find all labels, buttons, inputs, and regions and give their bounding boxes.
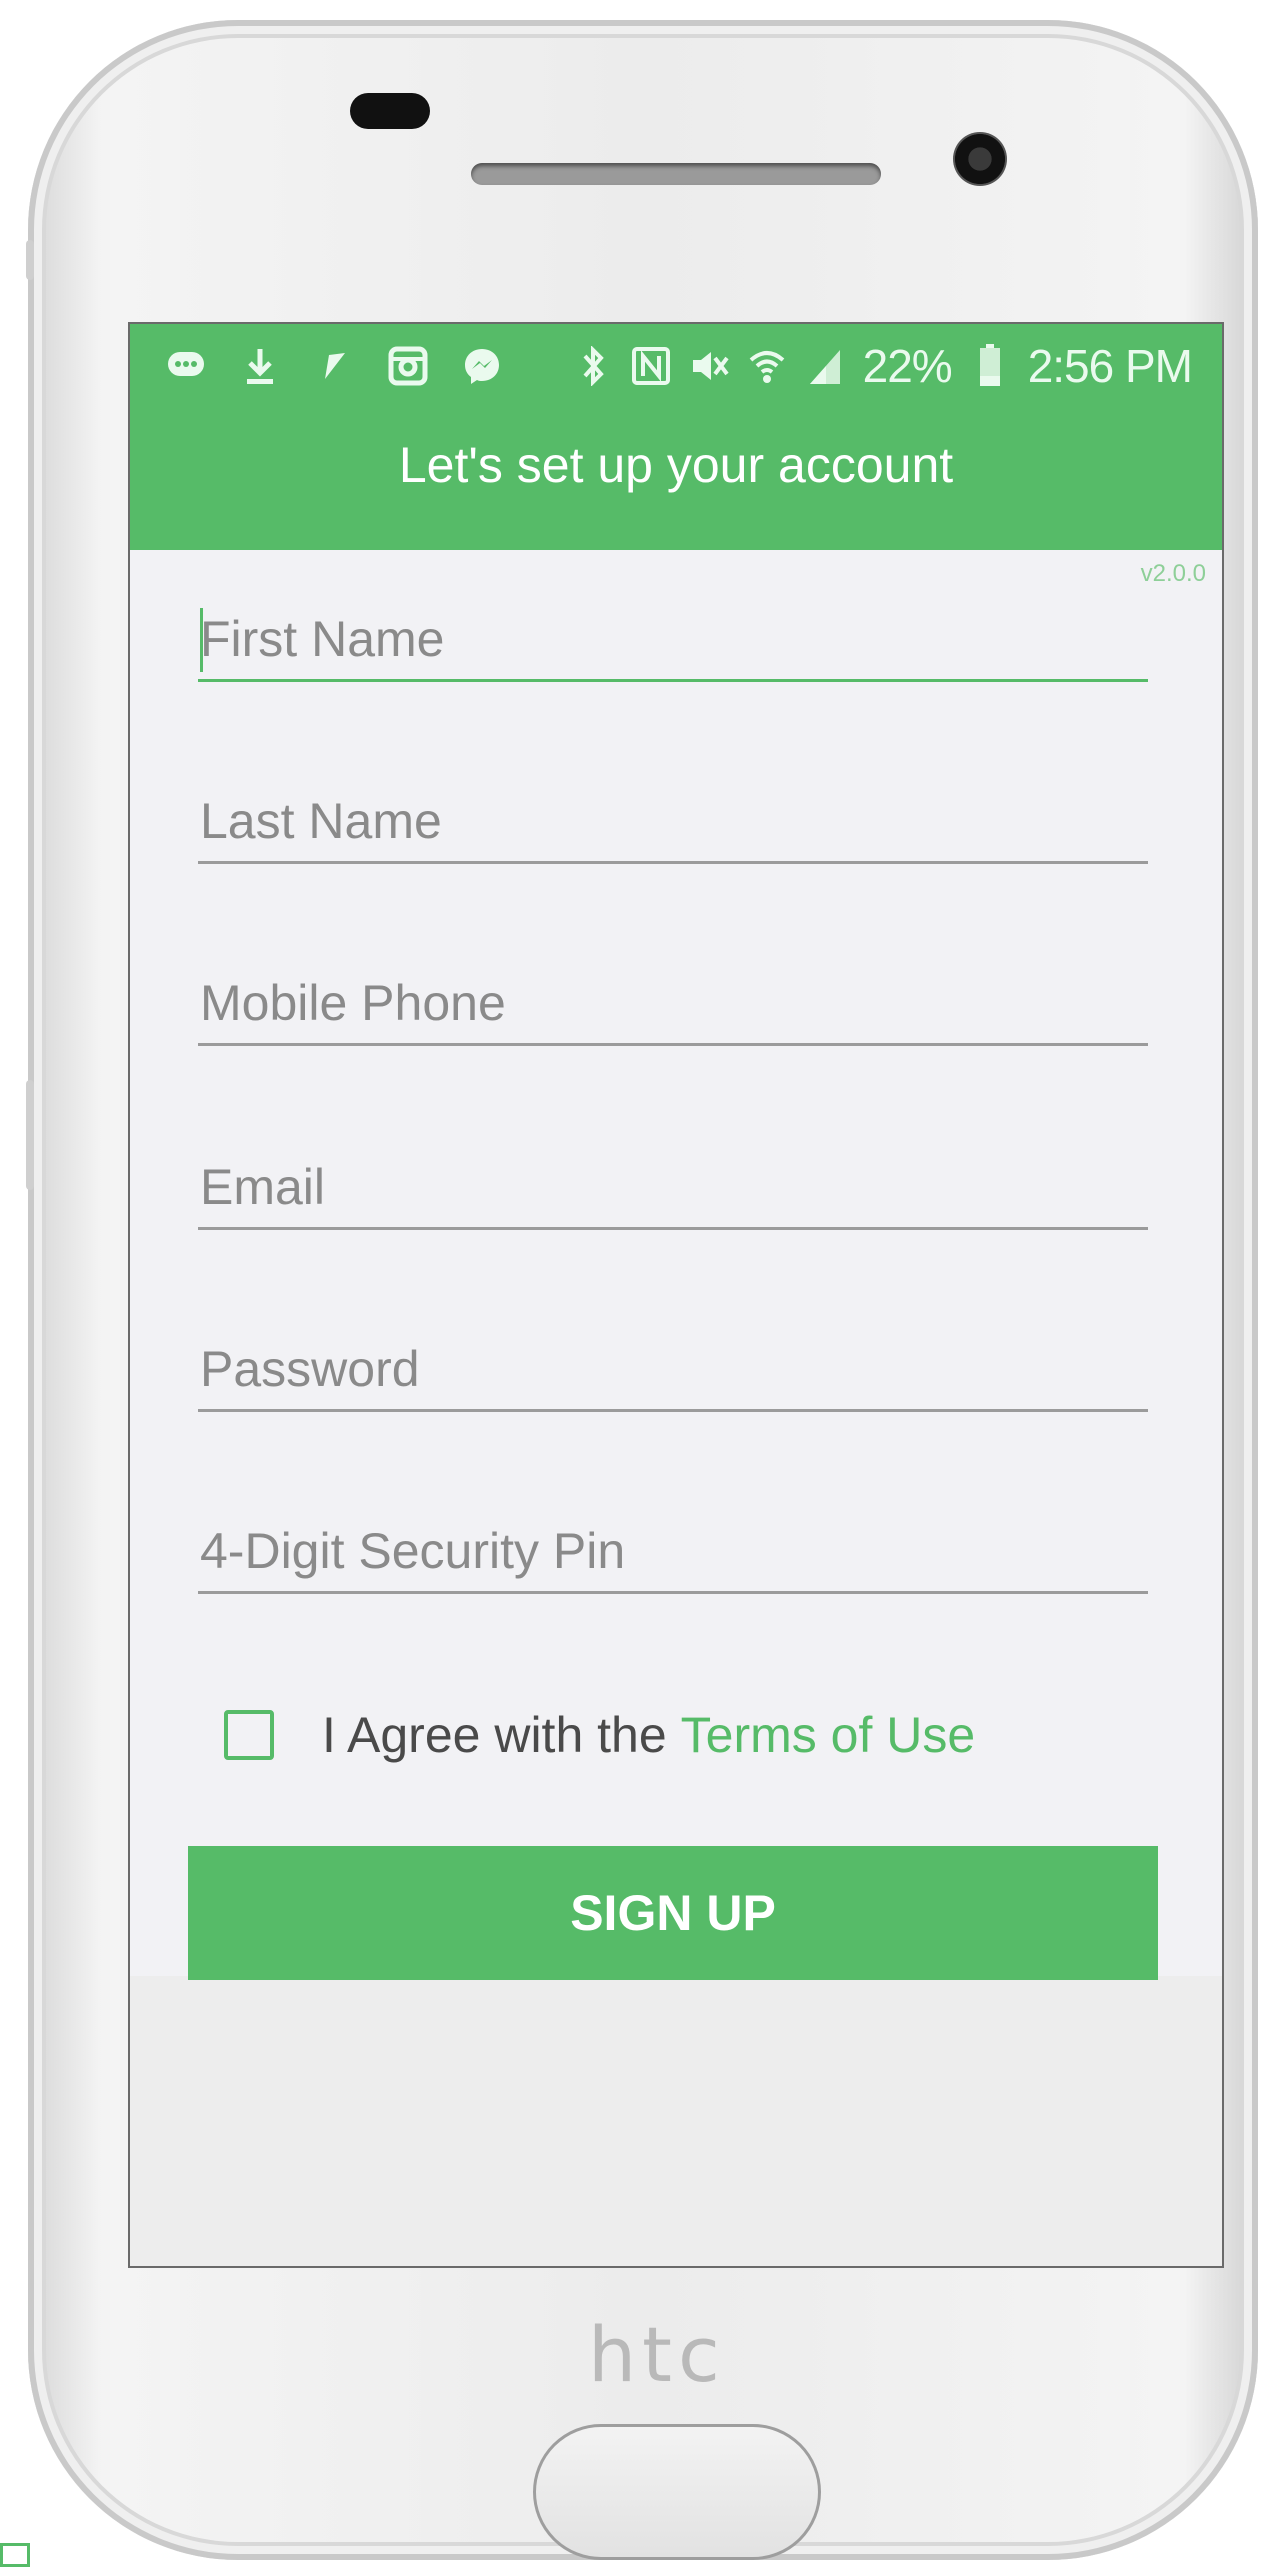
send-icon xyxy=(314,346,354,386)
battery-percent: 22% xyxy=(862,340,953,392)
input-underline xyxy=(198,861,1148,864)
security-pin-field[interactable]: 4-Digit Security Pin xyxy=(198,1514,1148,1594)
mobile-phone-placeholder: Mobile Phone xyxy=(200,975,506,1031)
front-camera xyxy=(953,132,1007,186)
first-name-placeholder: First Name xyxy=(200,611,445,667)
proximity-sensor xyxy=(350,93,430,129)
input-underline xyxy=(198,1409,1148,1412)
last-name-placeholder: Last Name xyxy=(200,793,442,849)
password-field[interactable]: Password xyxy=(198,1332,1148,1412)
sign-up-button[interactable]: SIGN UP xyxy=(188,1846,1158,1980)
download-icon xyxy=(240,346,280,386)
bluetooth-icon xyxy=(573,346,613,386)
htc-logo: htc xyxy=(588,2310,726,2399)
side-button xyxy=(26,1080,34,1190)
email-field[interactable]: Email xyxy=(198,1150,1148,1230)
text-cursor xyxy=(200,608,203,672)
signal-icon xyxy=(805,346,845,386)
instagram-icon xyxy=(388,346,428,386)
input-underline xyxy=(198,1227,1148,1230)
agree-label: I Agree with the xyxy=(322,1707,667,1763)
version-label: v2.0.0 xyxy=(1140,560,1206,587)
status-bar: 22% 2:56 PM xyxy=(130,324,1222,406)
security-pin-placeholder: 4-Digit Security Pin xyxy=(200,1523,626,1579)
agree-checkbox[interactable] xyxy=(224,1710,274,1760)
nfc-icon xyxy=(631,346,671,386)
wifi-icon xyxy=(747,346,787,386)
status-time: 2:56 PM xyxy=(1027,340,1193,392)
terms-agreement-row: I Agree with the Terms of Use xyxy=(224,1700,975,1770)
message-icon xyxy=(166,346,206,386)
page-title: Let's set up your account xyxy=(398,437,954,493)
first-name-field[interactable]: First Name xyxy=(198,602,1148,682)
app-bar: 22% 2:56 PM Let's set up your account xyxy=(130,324,1222,550)
terms-of-use-link[interactable]: Terms of Use xyxy=(681,1706,976,1764)
earpiece-speaker xyxy=(471,163,881,185)
battery-icon xyxy=(970,344,1010,386)
password-placeholder: Password xyxy=(200,1341,420,1397)
email-placeholder: Email xyxy=(200,1159,326,1215)
screen: 22% 2:56 PM Let's set up your account v2… xyxy=(128,322,1224,2268)
last-name-field[interactable]: Last Name xyxy=(198,784,1148,864)
home-button[interactable] xyxy=(533,2424,821,2560)
input-underline xyxy=(198,1043,1148,1046)
mobile-phone-field[interactable]: Mobile Phone xyxy=(198,966,1148,1046)
phone-frame: 22% 2:56 PM Let's set up your account v2… xyxy=(26,20,1258,2560)
side-button xyxy=(26,240,34,280)
input-underline xyxy=(198,1591,1148,1594)
messenger-icon xyxy=(462,346,502,386)
corner-marker xyxy=(0,2543,30,2567)
mute-icon xyxy=(689,346,729,386)
signup-form: v2.0.0 First Name Last Name Mobile Phone… xyxy=(130,550,1222,1980)
input-underline xyxy=(198,679,1148,682)
